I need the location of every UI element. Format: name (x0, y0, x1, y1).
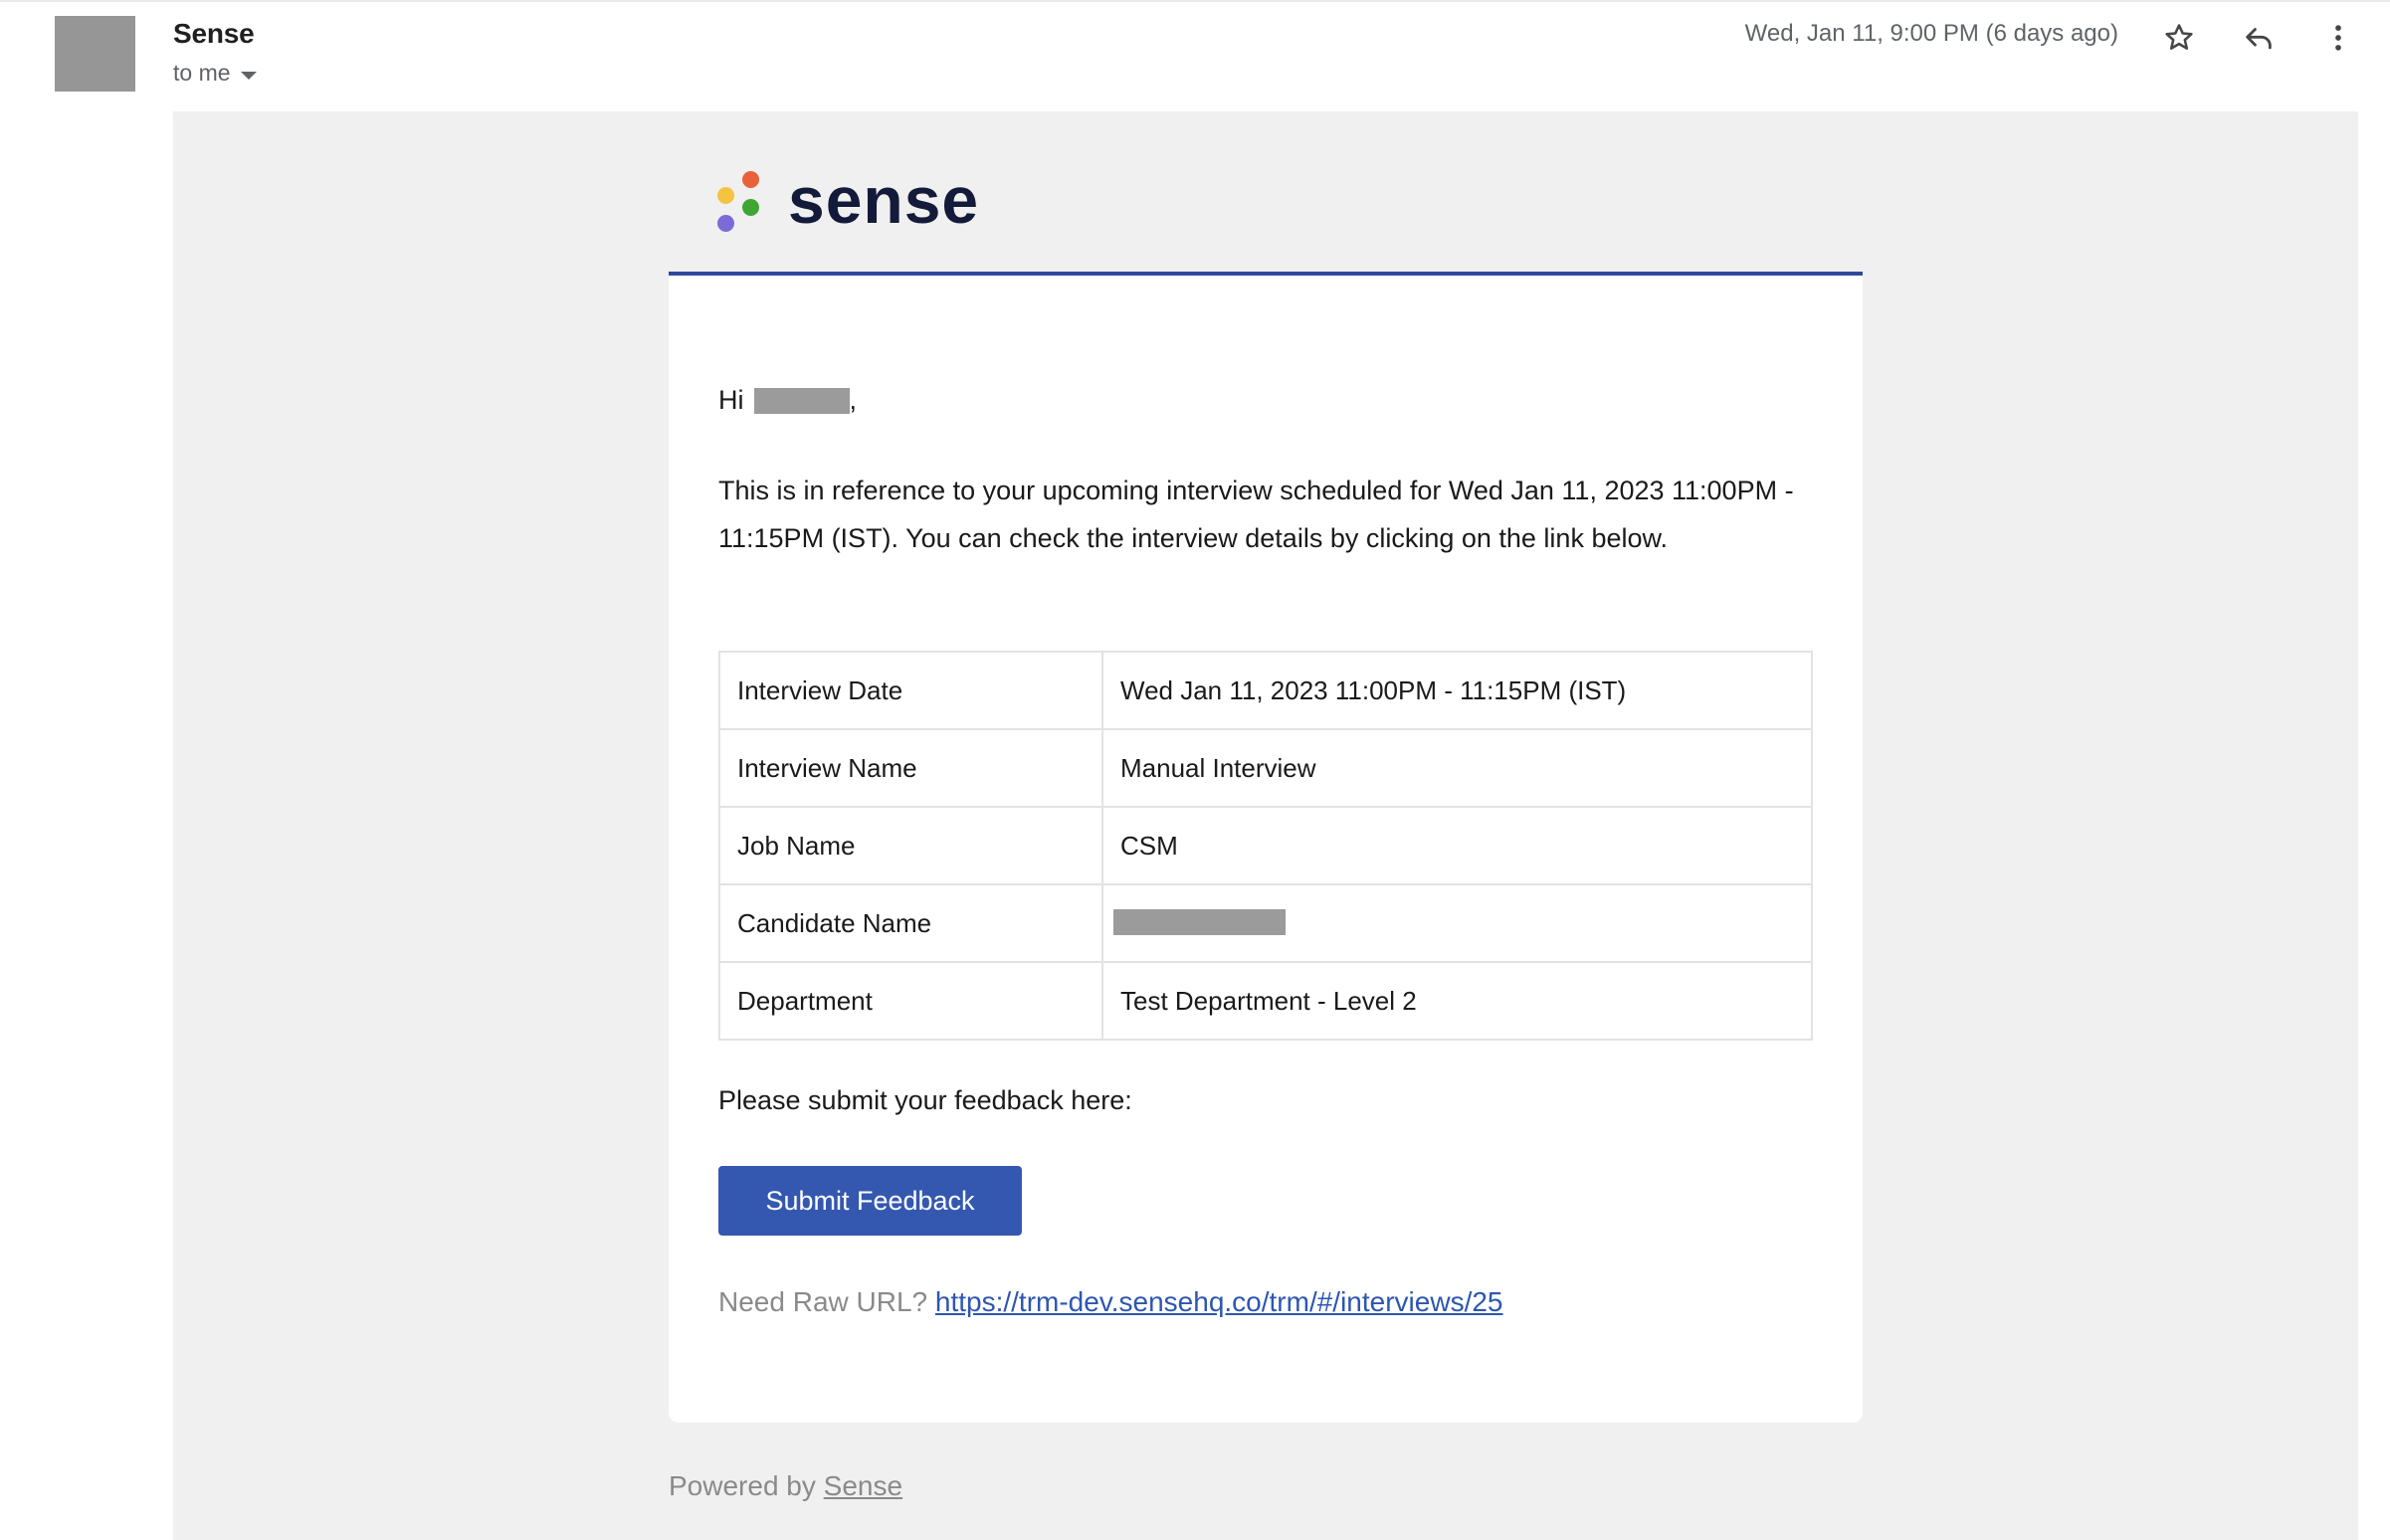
email-timestamp: Wed, Jan 11, 9:00 PM (6 days ago) (1744, 20, 2118, 47)
recipient-dropdown[interactable]: to me (173, 60, 257, 87)
logo-wordmark: sense (788, 163, 980, 237)
reply-button[interactable] (2235, 14, 2283, 62)
table-row: Candidate Name (718, 883, 1813, 963)
feedback-prompt: Please submit your feedback here: (718, 1085, 1132, 1115)
table-row: Interview Name Manual Interview (718, 728, 1813, 808)
detail-value-redacted (1101, 883, 1813, 963)
detail-label: Candidate Name (718, 883, 1103, 963)
redacted-recipient-name (753, 387, 850, 414)
logo-dot-orange (742, 171, 759, 188)
email-card: Hi , This is in reference to your upcomi… (669, 272, 1863, 1423)
logo-dot-green (742, 199, 759, 216)
chevron-down-icon[interactable] (240, 71, 257, 80)
sender-avatar[interactable] (55, 16, 135, 92)
powered-by-label: Powered by (669, 1470, 816, 1501)
greeting: Hi , (718, 385, 857, 416)
sense-logo: sense (716, 163, 980, 239)
more-options-button[interactable] (2314, 14, 2362, 62)
greeting-prefix: Hi (718, 385, 744, 415)
top-divider (0, 0, 2390, 2)
sender-name[interactable]: Sense (173, 18, 255, 50)
detail-label: Department (718, 961, 1103, 1041)
star-icon (2165, 24, 2193, 50)
detail-value: CSM (1101, 806, 1813, 885)
raw-url-label: Need Raw URL? (718, 1286, 928, 1317)
recipient-label: to me (173, 60, 231, 86)
raw-url-link[interactable]: https://trm-dev.sensehq.co/trm/#/intervi… (935, 1286, 1503, 1317)
more-vert-icon (2335, 25, 2341, 51)
detail-value: Manual Interview (1101, 728, 1813, 808)
detail-label: Job Name (718, 806, 1103, 885)
sense-brand-link[interactable]: Sense (824, 1470, 902, 1501)
logo-dots-icon (716, 169, 766, 239)
redacted-candidate-name (1113, 908, 1286, 935)
submit-feedback-button[interactable]: Submit Feedback (718, 1166, 1022, 1236)
detail-value: Test Department - Level 2 (1101, 961, 1813, 1041)
intro-paragraph: This is in reference to your upcoming in… (718, 476, 1794, 553)
detail-label: Interview Name (718, 728, 1103, 808)
detail-label: Interview Date (718, 651, 1103, 730)
table-row: Job Name CSM (718, 806, 1813, 885)
interview-details-table: Interview Date Wed Jan 11, 2023 11:00PM … (718, 651, 1813, 1041)
table-row: Interview Date Wed Jan 11, 2023 11:00PM … (718, 651, 1813, 730)
greeting-suffix: , (849, 385, 858, 415)
star-button[interactable] (2155, 14, 2203, 62)
detail-value: Wed Jan 11, 2023 11:00PM - 11:15PM (IST) (1101, 651, 1813, 730)
powered-by-footer: Powered by Sense (669, 1470, 902, 1502)
logo-dot-yellow (717, 187, 734, 204)
table-row: Department Test Department - Level 2 (718, 961, 1813, 1041)
logo-dot-purple (717, 215, 734, 232)
reply-icon (2246, 28, 2272, 50)
raw-url-line: Need Raw URL? https://trm-dev.sensehq.co… (718, 1286, 1503, 1318)
